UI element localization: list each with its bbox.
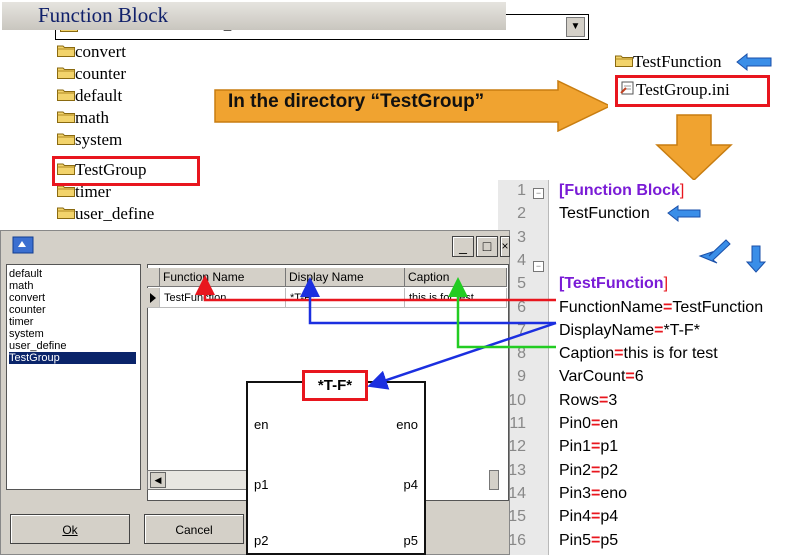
blue-arrow-left-icon — [667, 205, 701, 223]
blue-connector-line — [300, 277, 556, 325]
annotation-arrows — [195, 205, 767, 390]
green-connector-line — [448, 277, 556, 349]
red-connector-line — [195, 275, 556, 302]
blue-connector-line — [367, 321, 557, 390]
blue-arrow-down-icon — [745, 245, 767, 273]
blue-arrow-diagonal-icon — [698, 239, 731, 264]
